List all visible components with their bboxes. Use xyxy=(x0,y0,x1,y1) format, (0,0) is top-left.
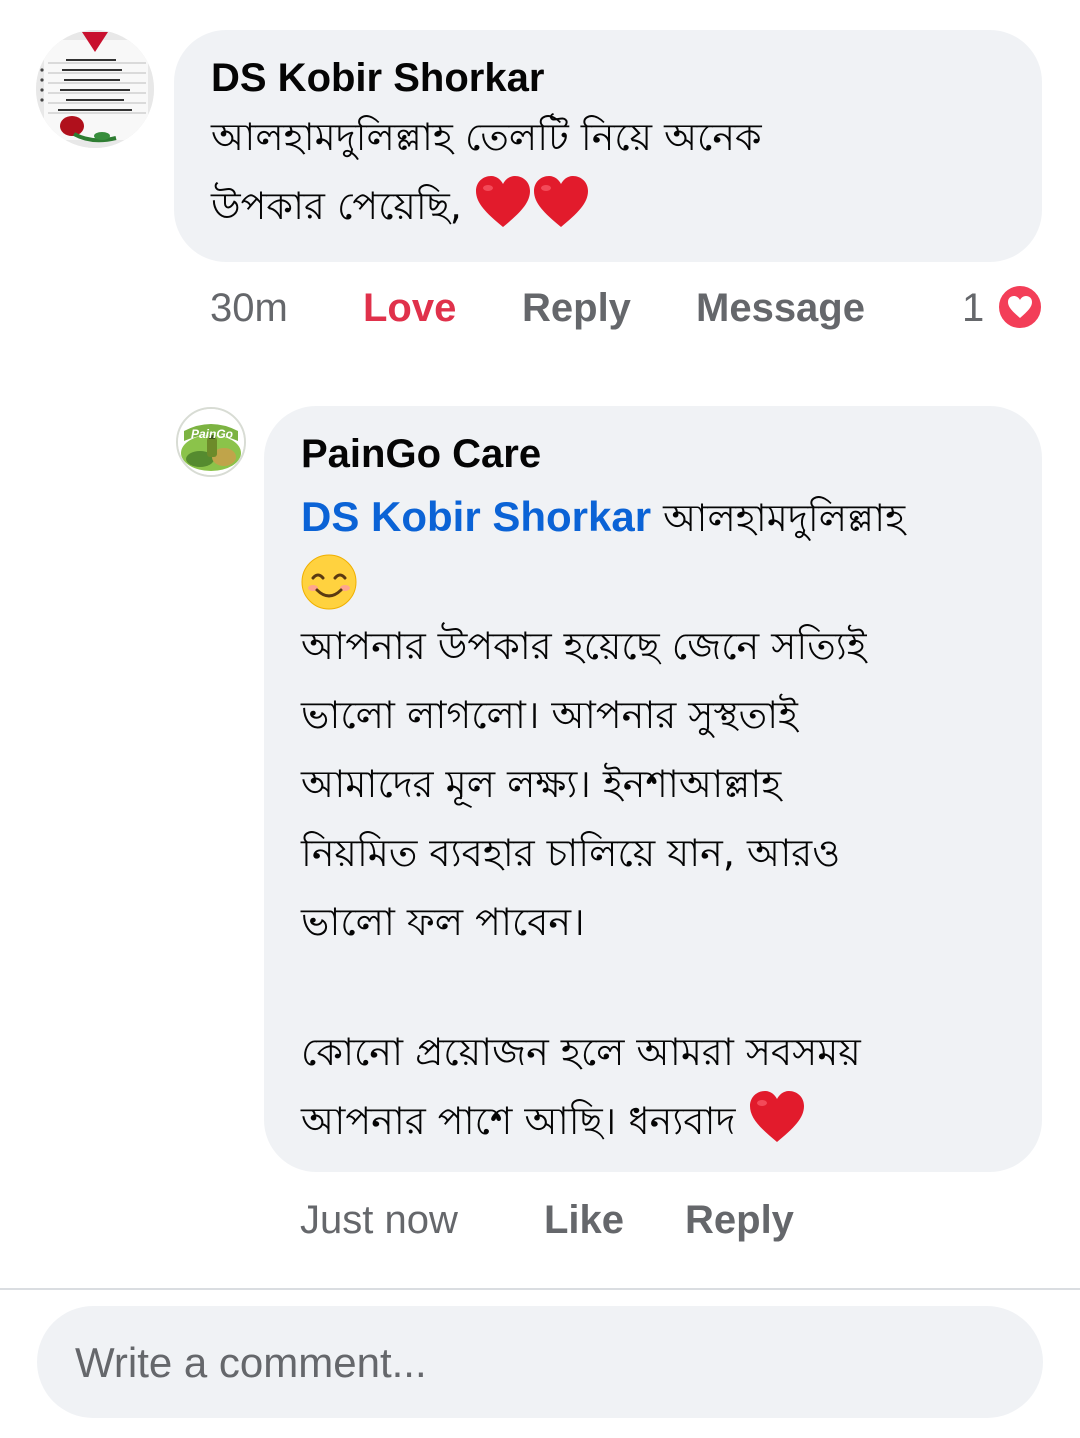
reply-text-line: ভালো লাগলো। আপনার সুস্থতাই xyxy=(301,693,798,737)
reply-first-line: DS Kobir Shorkar আলহামদুলিল্লাহ xyxy=(301,482,905,553)
reply-author-name[interactable]: PainGo Care xyxy=(301,430,541,478)
comment-bubble: DS Kobir Shorkar আলহামদুলিল্লাহ তেলটি নি… xyxy=(174,30,1042,262)
comment-text-line: উপকার পেয়েছি, xyxy=(211,184,462,228)
heart-emoji-icon xyxy=(532,175,590,251)
reply-button[interactable]: Reply xyxy=(522,284,631,332)
like-button[interactable]: Like xyxy=(544,1196,624,1244)
composer-divider xyxy=(0,1288,1080,1290)
comment-input[interactable] xyxy=(73,1306,977,1420)
poem-rose-avatar-icon xyxy=(36,30,154,148)
paingo-logo-avatar-icon: PainGo xyxy=(178,409,244,475)
heart-emoji-icon xyxy=(474,175,532,251)
comment-text-line-2: উপকার পেয়েছি, xyxy=(211,172,590,251)
reply-reply-button[interactable]: Reply xyxy=(685,1196,794,1244)
commenter-avatar[interactable] xyxy=(36,30,154,148)
page-avatar[interactable]: PainGo xyxy=(176,407,246,477)
svg-text:PainGo: PainGo xyxy=(191,427,233,441)
love-reaction-button[interactable]: Love xyxy=(363,284,456,332)
comment-composer[interactable] xyxy=(37,1306,1043,1420)
message-button[interactable]: Message xyxy=(696,284,865,332)
reaction-count[interactable]: 1 xyxy=(962,284,984,332)
mention-link[interactable]: DS Kobir Shorkar xyxy=(301,493,651,540)
comment-text-line: আলহামদুলিল্লাহ তেলটি নিয়ে অনেক xyxy=(211,115,762,159)
reply-closing-row: আপনার পাশে আছি। ধন্যবাদ xyxy=(301,1087,806,1166)
reply-text-line: আমাদের মূল লক্ষ্য। ইনশাআল্লাহ xyxy=(301,762,782,806)
reply-text-line: নিয়মিত ব্যবহার চালিয়ে যান, আরও xyxy=(301,831,841,875)
reply-timestamp: Just now xyxy=(300,1198,458,1242)
reply-bubble: PainGo Care DS Kobir Shorkar আলহামদুলিল্… xyxy=(264,406,1042,1172)
reply-text-inline: আলহামদুলিল্লাহ xyxy=(663,496,906,540)
heart-emoji-icon xyxy=(748,1090,806,1166)
comment-author-name[interactable]: DS Kobir Shorkar xyxy=(211,54,544,102)
reply-text-line: ভালো ফল পাবেন। xyxy=(301,900,585,944)
reply-text-line: কোনো প্রয়োজন হলে আমরা সবসময় xyxy=(301,1030,861,1074)
reply-text-line: আপনার পাশে আছি। ধন্যবাদ xyxy=(301,1099,736,1143)
comment-timestamp: 30m xyxy=(210,286,288,330)
reply-text-line: আপনার উপকার হয়েছে জেনে সত্যিই xyxy=(301,624,867,668)
love-reaction-icon[interactable] xyxy=(996,283,1044,331)
